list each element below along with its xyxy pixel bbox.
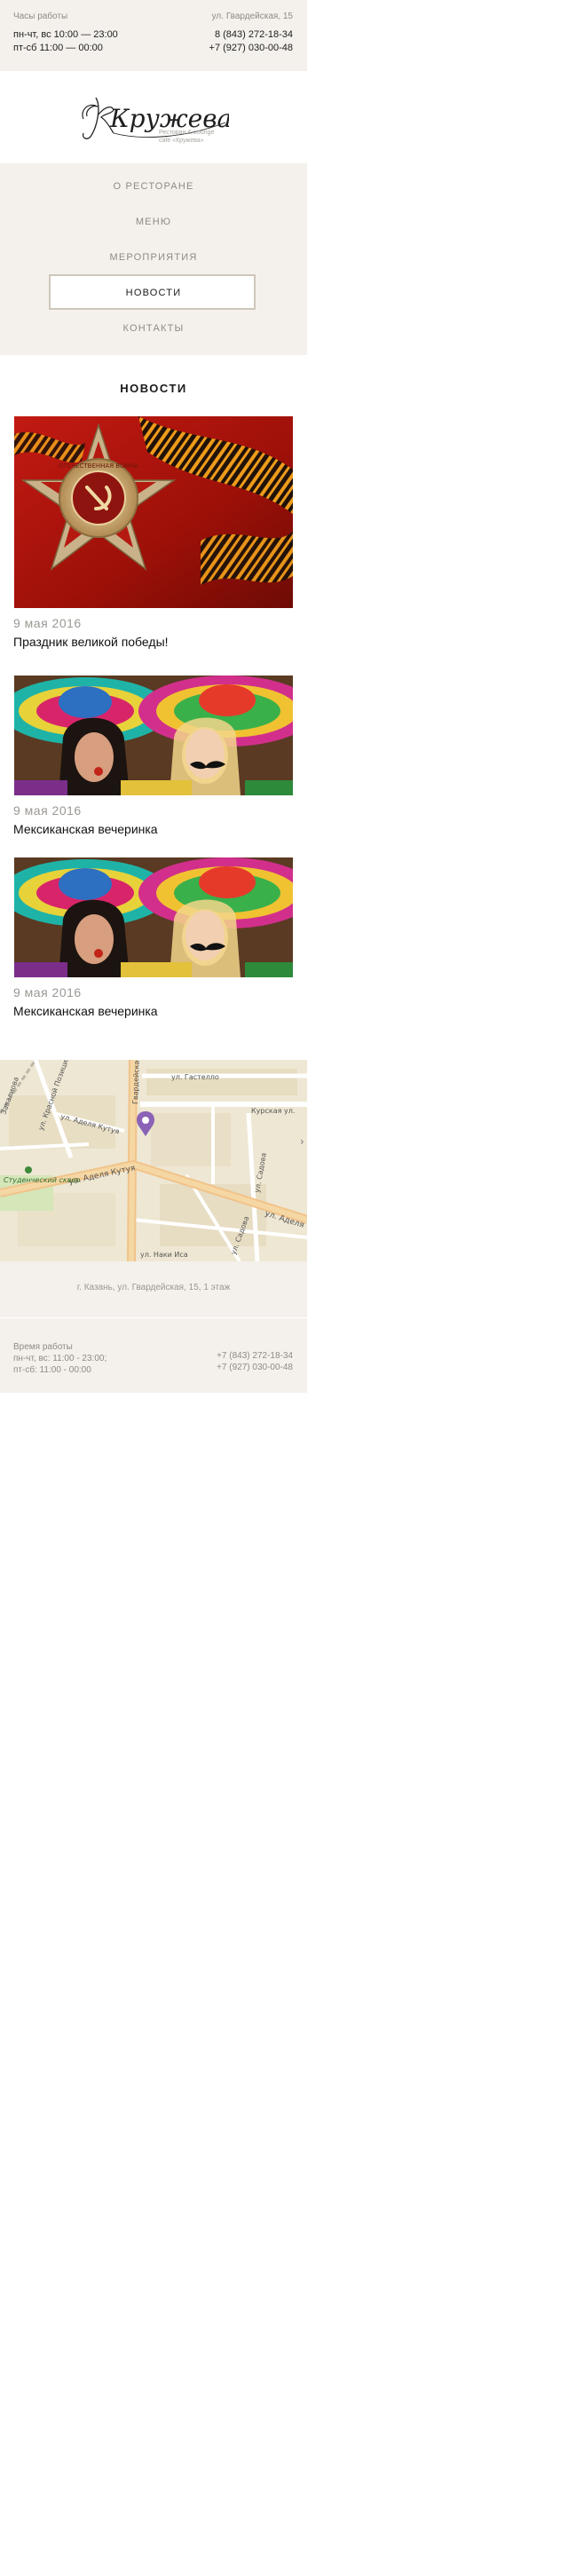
logo-area: Кружева Ресторан & Lounge cafe «Кружева»	[0, 71, 307, 163]
news-date-3: 9 мая 2016	[13, 985, 82, 1000]
main-nav: О РЕСТОРАНЕ МЕНЮ МЕРОПРИЯТИЯ НОВОСТИ КОН…	[0, 163, 307, 355]
logo-subtitle-line-1: Ресторан & Lounge	[159, 130, 215, 136]
logo-subtitle: Ресторан & Lounge cafe «Кружева»	[159, 129, 214, 145]
nav-item-about[interactable]: О РЕСТОРАНЕ	[0, 181, 307, 192]
order-text: ОТЕЧЕСТВЕННАЯ ВОЙНА	[59, 462, 138, 470]
news-title-1[interactable]: Праздник великой победы!	[13, 635, 169, 649]
working-hours-weekdays: пн-чт, вс 10:00 — 23:00	[13, 29, 118, 40]
park-label: Студенческий сквер	[4, 1176, 80, 1184]
footer-hours-label: Время работы	[13, 1342, 73, 1352]
news-date-2: 9 мая 2016	[13, 803, 82, 818]
top-info-bar: Часы работы пн-чт, вс 10:00 — 23:00 пт-с…	[0, 0, 307, 71]
full-address: г. Казань, ул. Гвардейская, 15, 1 этаж	[76, 1283, 231, 1292]
working-hours-label: Часы работы	[13, 12, 68, 21]
mexican-party-image	[14, 676, 293, 795]
street-label-naki-isan: ул. Наки Иса	[140, 1251, 188, 1259]
news-title-2[interactable]: Мексиканская вечеринка	[13, 822, 158, 836]
footer-hours-weekend: пт-сб: 11:00 - 00:00	[13, 1365, 91, 1375]
footer-hours-weekdays: пн-чт, вс: 11:00 - 23:00;	[13, 1354, 107, 1363]
phone-link-1[interactable]: 8 (843) 272-18-34	[209, 28, 293, 42]
logo-subtitle-line-2: cafe «Кружева»	[159, 138, 204, 144]
phone-link-2[interactable]: +7 (927) 030-00-48	[209, 42, 293, 55]
footer: Время работы пн-чт, вс: 11:00 - 23:00; п…	[0, 1317, 307, 1393]
news-title-3[interactable]: Мексиканская вечеринка	[13, 1004, 158, 1018]
street-label-gastello: ул. Гастелло	[171, 1073, 219, 1081]
street-label-kurskaya: Курская ул.	[251, 1107, 295, 1115]
working-hours-weekend: пт-сб 11:00 — 00:00	[13, 43, 103, 53]
map-arrow-icon: ›	[300, 1135, 304, 1148]
address-band: г. Казань, ул. Гвардейская, 15, 1 этаж	[0, 1261, 307, 1317]
map-canvas[interactable]: ул. Гастелло Курская ул. Гвардейская ул.…	[0, 1060, 307, 1261]
news-date-1: 9 мая 2016	[13, 616, 82, 630]
nav-item-contacts[interactable]: КОНТАКТЫ	[0, 323, 307, 334]
order-of-patriotic-war-image: ОТЕЧЕСТВЕННАЯ ВОЙНА	[14, 416, 293, 608]
footer-phone-1[interactable]: +7 (843) 272-18-34	[217, 1350, 293, 1362]
location-map[interactable]: ул. Гастелло Курская ул. Гвардейская ул.…	[0, 1060, 307, 1261]
footer-phone-2[interactable]: +7 (927) 030-00-48	[217, 1362, 293, 1373]
contacts: ул. Гвардейская, 15 8 (843) 272-18-34 +7…	[209, 12, 293, 55]
news-image-1[interactable]: ОТЕЧЕСТВЕННАЯ ВОЙНА	[14, 416, 293, 608]
nav-item-menu[interactable]: МЕНЮ	[0, 217, 307, 227]
nav-item-news[interactable]: НОВОСТИ	[0, 288, 307, 298]
mexican-party-image	[14, 857, 293, 977]
page-title: НОВОСТИ	[120, 382, 187, 395]
working-hours: Часы работы пн-чт, вс 10:00 — 23:00 пт-с…	[13, 12, 118, 55]
footer-phones: +7 (843) 272-18-34 +7 (927) 030-00-48	[217, 1350, 293, 1373]
news-image-2[interactable]	[14, 676, 293, 795]
address-top[interactable]: ул. Гвардейская, 15	[209, 12, 293, 21]
footer-hours: Время работы пн-чт, вс: 11:00 - 23:00; п…	[13, 1341, 106, 1376]
nav-item-events[interactable]: МЕРОПРИЯТИЯ	[0, 252, 307, 263]
news-image-3[interactable]	[14, 857, 293, 977]
